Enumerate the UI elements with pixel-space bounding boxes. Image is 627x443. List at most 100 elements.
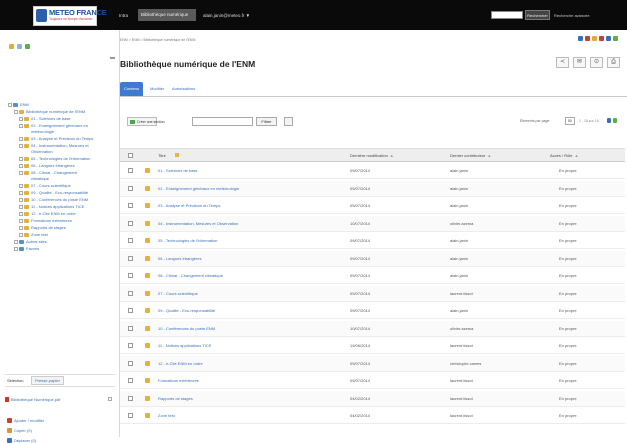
action-copy[interactable]: Copier (0) <box>7 428 32 434</box>
tree-item[interactable]: 06 - Langues étrangères <box>19 163 75 168</box>
row-checkbox[interactable] <box>128 308 133 313</box>
row-title-link[interactable]: 03 - Analyse et Prévision du Temps <box>158 203 220 208</box>
table-row[interactable]: 09 - Qualité - Eco-responsabilité 09/07/2… <box>120 303 625 319</box>
tree-item[interactable]: Bibliothèque numérique de l'ENM <box>14 109 85 114</box>
row-title-link[interactable]: 12 - e-Cite ENM en ordre <box>158 361 203 366</box>
row-title-link[interactable]: 07 - Cours scientifique <box>158 291 198 296</box>
clipboard-tab[interactable]: Presse-papier <box>31 376 64 385</box>
row-checkbox[interactable] <box>128 325 133 331</box>
row-checkbox[interactable] <box>128 203 133 208</box>
expand-icon[interactable] <box>19 136 23 141</box>
row-title-link[interactable]: 06 - Langues étrangères <box>158 256 202 261</box>
top-search-button[interactable]: Rechercher <box>525 10 550 20</box>
row-title-link[interactable]: Zone test <box>158 413 175 418</box>
row-title-link[interactable]: 04 - Instrumentation, Mesures et Observa… <box>158 221 238 226</box>
collapse-sidebar-icon[interactable] <box>110 57 115 59</box>
row-checkbox[interactable] <box>128 413 133 418</box>
expand-icon[interactable] <box>19 225 23 230</box>
remove-selection-icon[interactable] <box>108 397 112 401</box>
expand-icon[interactable] <box>19 232 23 237</box>
items-per-page-select[interactable]: 50 <box>565 117 575 125</box>
row-checkbox[interactable] <box>128 343 133 348</box>
tree-item[interactable]: Zone test <box>19 232 48 237</box>
action-add-modify[interactable]: Ajouter / modifier <box>7 418 44 424</box>
tree-item[interactable]: 10 - Conférences du poste ENM <box>19 197 88 202</box>
tree-item[interactable]: 05 - Technologies de l'information <box>19 156 90 161</box>
row-checkbox[interactable] <box>128 185 133 191</box>
edit-icon[interactable] <box>9 44 14 49</box>
expand-icon[interactable] <box>19 190 23 195</box>
row-title-link[interactable]: 10 - Conférences du poste ENM <box>158 326 215 331</box>
table-row[interactable]: 05 - Technologies de l'information 09/07/… <box>120 233 625 249</box>
tab-contenu[interactable]: Contenu <box>120 82 144 96</box>
row-title-link[interactable]: 01 - Sciences de base <box>158 168 198 173</box>
expand-icon[interactable] <box>19 170 23 175</box>
row-title-link[interactable]: 11 - Notices applications TICE <box>158 343 211 348</box>
tab-autorisations[interactable]: Autorisations <box>168 82 199 96</box>
tree-item[interactable]: 08 - Climat - Changement climatique <box>19 170 77 181</box>
user-menu[interactable]: alain.janin@meteo.fr ▼ <box>203 13 250 18</box>
settings-icon[interactable] <box>606 36 611 41</box>
column-last-contributor[interactable]: Dernier contributeur ▲ <box>450 153 491 158</box>
table-row[interactable]: 07 - Cours scientifique 09/07/2014 laurent… <box>120 285 625 302</box>
tree-item[interactable]: Formations extérieures <box>19 218 72 223</box>
row-checkbox[interactable] <box>128 255 133 261</box>
tree-item[interactable]: Rapports de stages <box>19 225 66 230</box>
options-icon[interactable] <box>284 117 293 126</box>
tab-modifier[interactable]: Modifier <box>146 82 168 96</box>
expand-icon[interactable] <box>14 239 18 244</box>
filter-input[interactable] <box>192 117 253 126</box>
row-checkbox[interactable] <box>128 290 133 296</box>
tree-item[interactable]: 01 - Sciences de base <box>19 116 71 121</box>
tree-item[interactable]: 11 - Notices applications TICE <box>19 204 84 209</box>
table-row[interactable]: 10 - Conférences du poste ENM 10/07/2014 o… <box>120 320 625 337</box>
copy-icon[interactable] <box>17 44 22 49</box>
row-title-link[interactable]: 09 - Qualité - Eco-responsabilité <box>158 308 215 313</box>
rss-button[interactable]: ⊙ <box>590 57 603 68</box>
table-row[interactable]: Zone test 04/02/2014 laurent.tissot En prop… <box>120 408 625 424</box>
row-checkbox[interactable] <box>128 273 133 278</box>
breadcrumb[interactable]: ENM > ENM > Bibliothèque numérique de l'… <box>120 38 195 42</box>
tree-item[interactable]: 12 - e-Cite ENM en ordre <box>19 211 76 216</box>
refresh-icon[interactable] <box>25 44 30 49</box>
row-title-link[interactable]: 05 - Technologies de l'information <box>158 238 217 243</box>
row-checkbox[interactable] <box>128 238 133 243</box>
expand-icon[interactable] <box>8 102 12 107</box>
table-row[interactable]: 08 - Climat - Changement climatique 09/07… <box>120 268 625 284</box>
tree-item[interactable]: 03 - Analyse et Prévision du Temps <box>19 136 93 141</box>
tree-item[interactable]: ENM <box>8 102 29 107</box>
email-button[interactable]: ✉ <box>573 57 586 68</box>
expand-icon[interactable] <box>19 218 23 223</box>
table-row[interactable]: Rapports de stages 04/02/2014 laurent.tiss… <box>120 390 625 407</box>
action-move[interactable]: Déplacer (0) <box>7 438 36 443</box>
expand-icon[interactable] <box>19 143 23 148</box>
table-row[interactable]: 02 - Enseignement généraux en météorolog… <box>120 180 625 197</box>
table-row[interactable]: 11 - Notices applications TICE 19/06/2014… <box>120 338 625 354</box>
expand-icon[interactable] <box>19 204 23 209</box>
select-all-checkbox[interactable] <box>128 153 133 158</box>
print-button[interactable]: ⎙ <box>607 57 620 68</box>
meteo-france-logo[interactable]: METEO FRANCE Toujours un temps d'avance <box>33 6 107 26</box>
sort-icon[interactable] <box>175 153 179 157</box>
row-title-link[interactable]: 08 - Climat - Changement climatique <box>158 273 223 278</box>
tree-item[interactable]: Favoris <box>14 246 39 251</box>
star-icon[interactable] <box>592 36 597 41</box>
table-row[interactable]: 03 - Analyse et Prévision du Temps 09/07/… <box>120 198 625 214</box>
table-row[interactable]: 06 - Langues étrangères 09/07/2014 alain.j… <box>120 250 625 267</box>
table-row[interactable]: 12 - e-Cite ENM en ordre 09/07/2014 christ… <box>120 355 625 372</box>
column-title[interactable]: Titre <box>158 153 166 158</box>
nav-intra-link[interactable]: Intra <box>119 13 128 18</box>
new-section-button[interactable]: Créer une section <box>127 117 165 126</box>
column-last-modified[interactable]: Dernière modification ▲ <box>350 153 394 158</box>
tree-item[interactable]: 09 - Qualité - Eco-responsabilité <box>19 190 88 195</box>
row-checkbox[interactable] <box>128 378 133 383</box>
row-title-link[interactable]: Rapports de stages <box>158 396 193 401</box>
table-row[interactable]: Formations extérieures 09/07/2014 laurent.… <box>120 373 625 389</box>
row-checkbox[interactable] <box>128 168 133 173</box>
refresh-list-icon[interactable] <box>613 118 617 123</box>
info-icon[interactable] <box>613 36 618 41</box>
share-button[interactable]: ≺ <box>556 57 569 68</box>
expand-icon[interactable] <box>19 197 23 202</box>
expand-icon[interactable] <box>19 183 23 188</box>
alert-icon[interactable] <box>599 36 604 41</box>
